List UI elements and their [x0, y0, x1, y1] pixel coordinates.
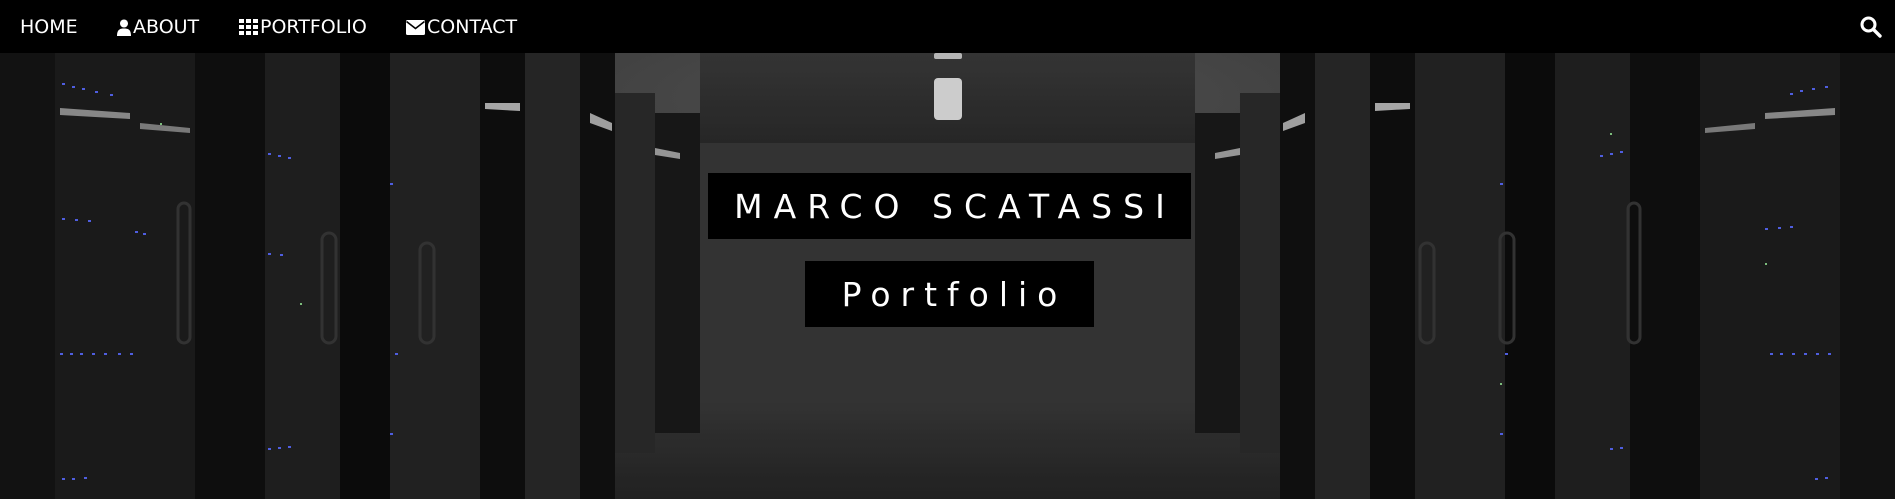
user-icon	[117, 19, 131, 36]
nav-portfolio-link[interactable]: PORTFOLIO	[239, 14, 367, 40]
nav-about-label: ABOUT	[133, 16, 200, 38]
grid-icon	[239, 19, 258, 35]
nav-home-link[interactable]: HOME	[20, 14, 78, 40]
top-navbar: HOME ABOUT PORTFOLIO CONTACT	[0, 0, 1895, 53]
hero-subtitle: Portfolio	[805, 261, 1094, 327]
nav-home-label: HOME	[20, 16, 78, 38]
hero-title: MARCO SCATASSI	[708, 173, 1191, 239]
nav-contact-label: CONTACT	[427, 16, 518, 38]
nav-contact-link[interactable]: CONTACT	[406, 14, 517, 40]
search-icon	[1860, 16, 1882, 38]
nav-about-link[interactable]: ABOUT	[117, 14, 199, 40]
hero-banner: MARCO SCATASSI Portfolio	[0, 53, 1895, 499]
search-button[interactable]	[1859, 15, 1883, 39]
envelope-icon	[406, 19, 425, 35]
nav-portfolio-label: PORTFOLIO	[260, 16, 367, 38]
